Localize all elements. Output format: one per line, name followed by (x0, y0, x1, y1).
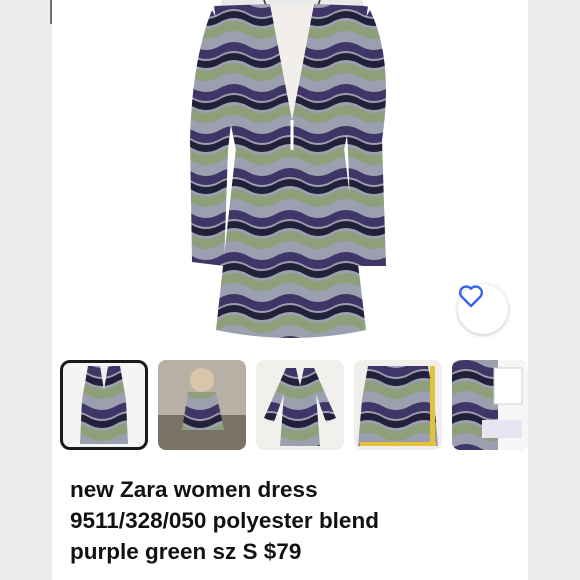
title-line-3: purple green sz S $79 (70, 539, 302, 564)
background-frame-right (528, 0, 580, 580)
thumbnail-strip (52, 360, 528, 454)
thumbnail-tag-detail[interactable] (452, 360, 528, 450)
background-frame-left (0, 0, 52, 580)
dress-illustration (190, 0, 386, 338)
thumbnail-front-view[interactable] (60, 360, 148, 450)
like-button[interactable] (458, 284, 508, 334)
thumbnail-measurement[interactable] (354, 360, 442, 450)
dress-skirt (216, 148, 366, 338)
thumbnail-worn-photo[interactable] (158, 360, 246, 450)
thumbnail-flat-lay[interactable] (256, 360, 344, 450)
listing-title: new Zara women dress 9511/328/050 polyes… (70, 474, 510, 567)
title-line-2: 9511/328/050 polyester blend (70, 508, 379, 533)
title-line-1: new Zara women dress (70, 477, 318, 502)
main-product-image[interactable] (52, 0, 528, 350)
heart-icon (458, 285, 484, 308)
listing-panel: new Zara women dress 9511/328/050 polyes… (52, 0, 528, 580)
